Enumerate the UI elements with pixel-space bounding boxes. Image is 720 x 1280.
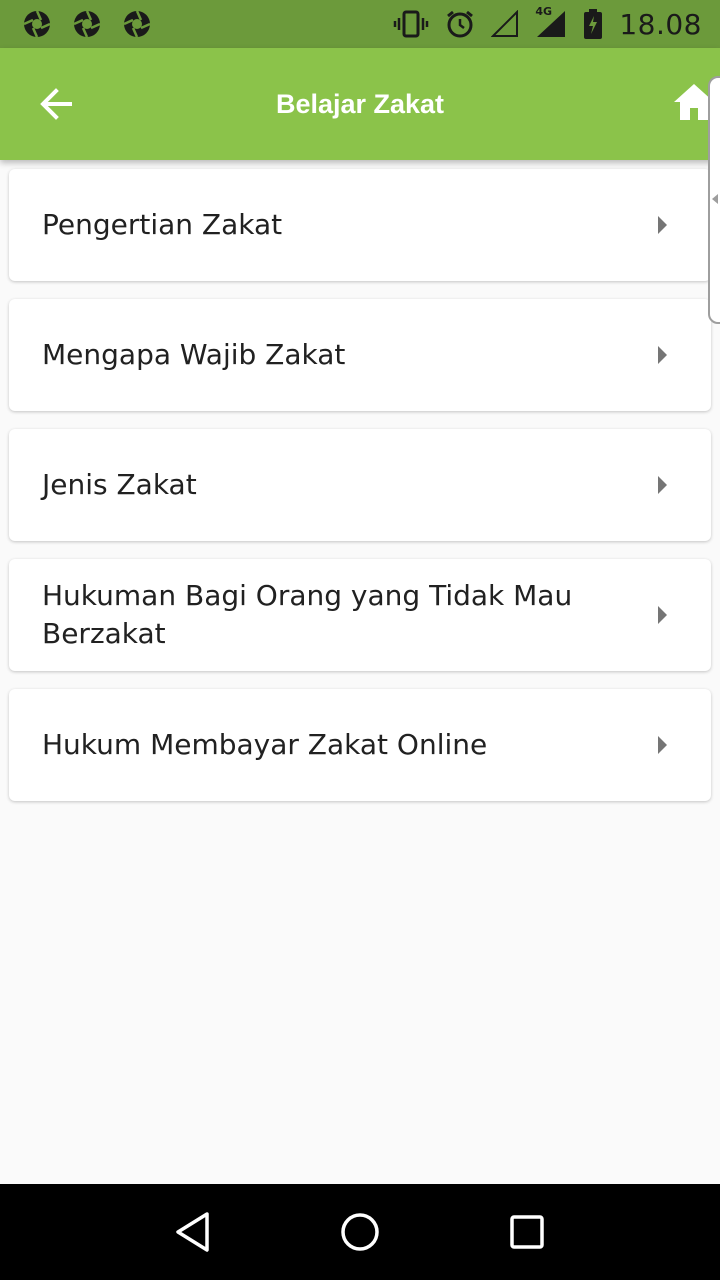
status-time: 18.08 — [619, 7, 702, 41]
list-item-label: Pengertian Zakat — [42, 208, 283, 241]
page-title: Belajar Zakat — [275, 88, 445, 119]
menu-list: Pengertian Zakat Mengapa Wajib Zakat Jen… — [9, 169, 711, 819]
list-item-label: Hukuman Bagi Orang yang Tidak Mau Berzak… — [42, 579, 573, 650]
system-icons: 4G 18.08 — [393, 5, 702, 41]
list-item[interactable]: Hukuman Bagi Orang yang Tidak Mau Berzak… — [9, 559, 711, 671]
aperture-icon — [23, 10, 51, 38]
nav-recents-button[interactable] — [497, 1202, 557, 1262]
chevron-left-icon — [712, 194, 718, 204]
app-bar: Belajar Zakat — [0, 48, 720, 160]
list-item[interactable]: Pengertian Zakat — [9, 169, 711, 281]
alarm-icon — [447, 10, 474, 38]
recents-square-icon — [509, 1215, 544, 1249]
aperture-icon — [73, 10, 101, 38]
status-bar: 4G 18.08 — [0, 0, 720, 48]
list-item[interactable]: Mengapa Wajib Zakat — [9, 299, 711, 411]
battery-charging-icon — [584, 9, 603, 39]
chevron-right-icon — [658, 736, 667, 754]
back-triangle-icon — [176, 1212, 210, 1252]
list-item[interactable]: Hukum Membayar Zakat Online — [9, 689, 711, 801]
vibrate-icon — [394, 10, 429, 38]
chevron-right-icon — [658, 606, 667, 624]
chevron-right-icon — [658, 476, 667, 494]
notification-icons — [22, 9, 152, 39]
signal-4g-icon: 4G — [535, 5, 567, 39]
list-item-label: Mengapa Wajib Zakat — [42, 338, 346, 371]
list-item-label: Jenis Zakat — [42, 468, 197, 501]
aperture-icon — [123, 10, 151, 38]
nav-back-button[interactable] — [163, 1202, 223, 1262]
chevron-right-icon — [658, 346, 667, 364]
system-nav-bar — [0, 1184, 720, 1280]
chevron-right-icon — [658, 216, 667, 234]
list-item[interactable]: Jenis Zakat — [9, 429, 711, 541]
signal-empty-icon — [491, 10, 519, 37]
home-circle-icon — [341, 1213, 379, 1251]
nav-home-button[interactable] — [330, 1202, 390, 1262]
list-item-label: Hukum Membayar Zakat Online — [42, 728, 488, 761]
side-drawer-handle[interactable] — [708, 76, 720, 324]
